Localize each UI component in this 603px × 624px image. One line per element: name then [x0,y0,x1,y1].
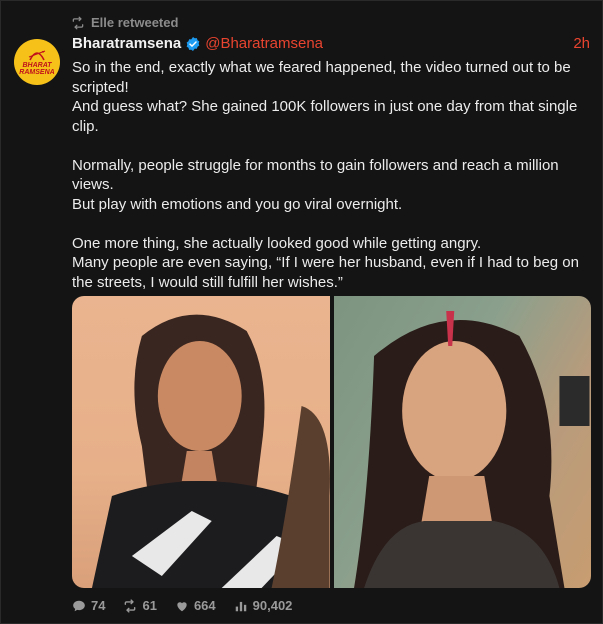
retweet-icon [125,598,136,613]
reply-icon [73,600,85,611]
photo-right-illustration [353,311,589,588]
like-count: 664 [193,598,216,613]
tweet-line: So in the end, exactly what we feared ha… [72,59,571,96]
photo-right[interactable] [333,296,591,588]
reply-button[interactable]: 74 [72,598,105,613]
tweet-timestamp[interactable]: 2h [573,35,590,52]
views-button[interactable]: 90,402 [234,598,293,613]
author-name[interactable]: Bharatramsena [72,35,181,52]
bar-chart-icon [235,601,246,611]
view-count: 90,402 [252,598,293,613]
retweet-icon [72,16,84,29]
tweet-line: And guess what? She gained 100K follower… [72,98,578,135]
avatar-logo-text: BHARAT RAMSENA [19,62,55,76]
tweet-text: So in the end, exactly what we feared ha… [72,58,592,292]
retweet-label: Elle retweeted [91,15,179,30]
tweet-line: One more thing, she actually looked good… [72,234,482,252]
retweet-count: 61 [142,598,157,613]
photo-left[interactable] [72,296,330,588]
bow-arrow-logo-icon [28,50,46,61]
avatar[interactable]: BHARAT RAMSENA [14,39,60,85]
tweet-line: But play with emotions and you go viral … [72,195,403,213]
retweet-indicator: Elle retweeted [71,15,178,30]
tweet-line: Normally, people struggle for months to … [72,156,559,194]
tweet-line: Many people are even saying, “If I were … [72,254,579,291]
verified-badge-icon [186,36,200,51]
tweet-actions: 74 61 664 90,402 [72,598,292,613]
heart-icon [177,601,187,611]
tweet-card[interactable]: Elle retweeted BHARAT RAMSENA Bharatrams… [0,0,603,624]
retweet-button[interactable]: 61 [123,598,157,613]
tweet-header: Bharatramsena @Bharatramsena 2h [72,35,590,52]
photo-left-illustration [91,314,330,588]
like-button[interactable]: 664 [175,598,216,613]
author-handle[interactable]: @Bharatramsena [205,35,323,52]
reply-count: 74 [91,598,106,613]
media-grid [72,296,591,588]
